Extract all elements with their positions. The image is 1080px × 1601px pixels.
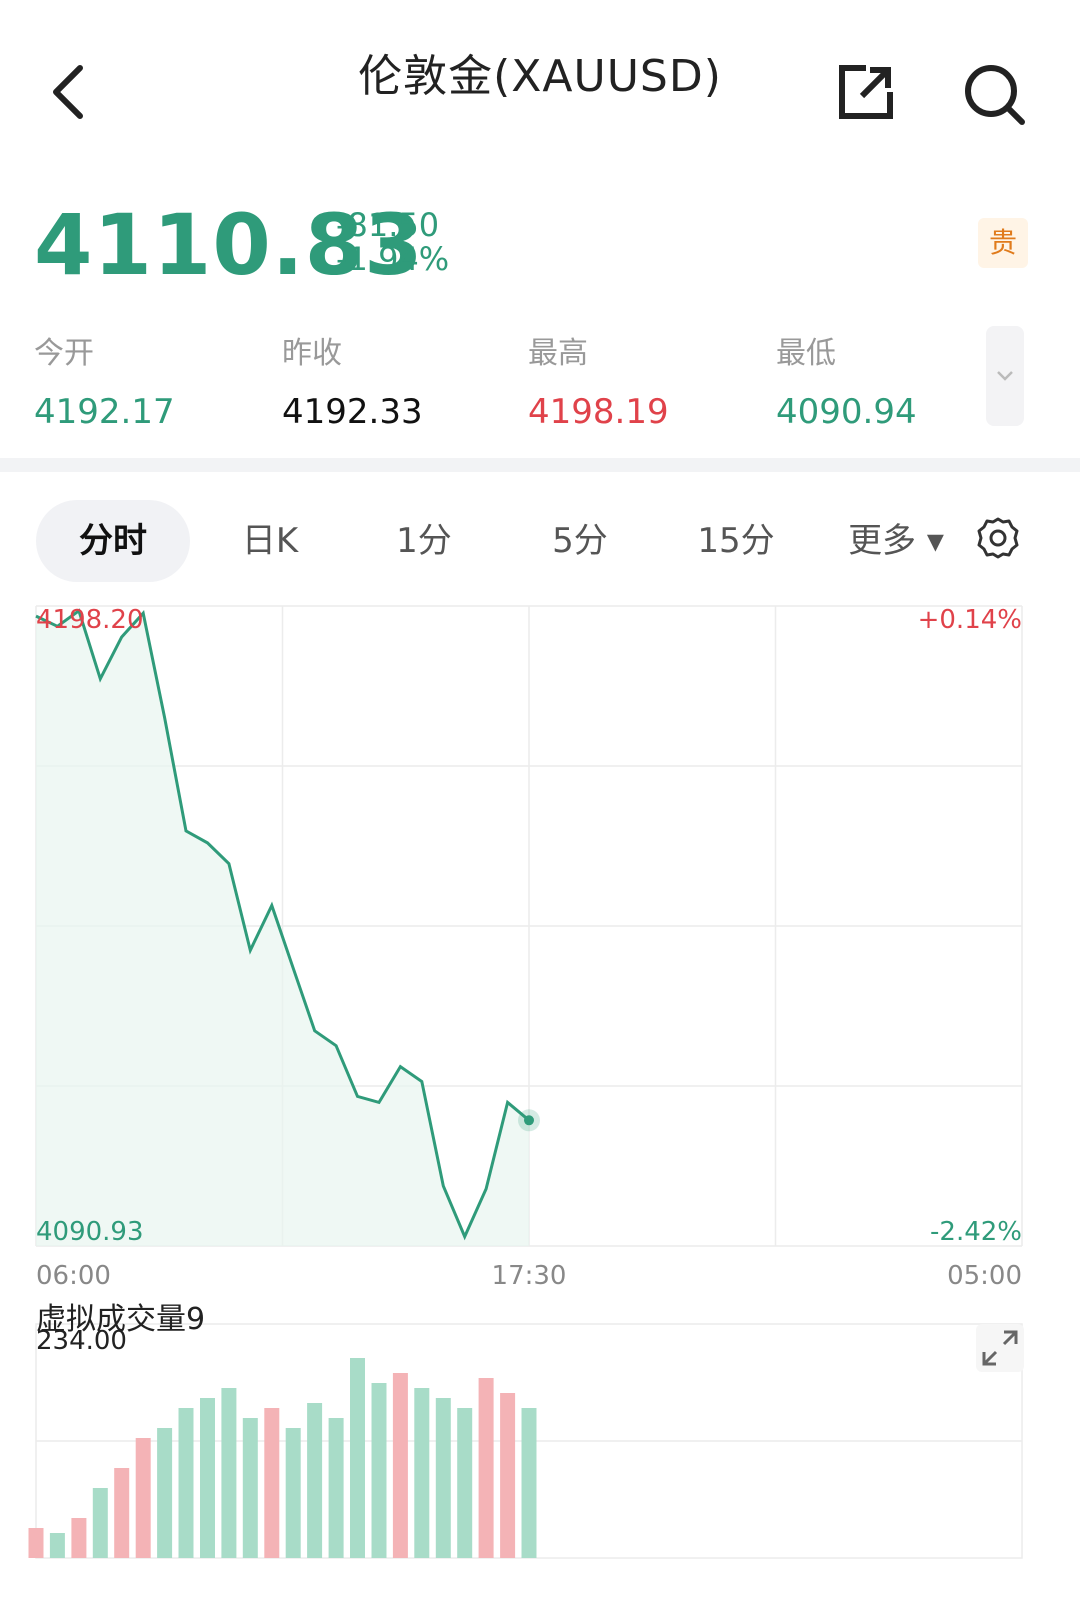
share-button[interactable] bbox=[836, 62, 896, 122]
volume-bar bbox=[221, 1388, 237, 1558]
open-value: 4192.17 bbox=[34, 392, 175, 432]
chart-settings-button[interactable] bbox=[976, 516, 1020, 560]
volume-bar bbox=[28, 1528, 44, 1558]
volume-bar bbox=[49, 1533, 65, 1558]
volume-bar bbox=[157, 1428, 173, 1558]
gear-icon bbox=[977, 517, 1019, 559]
volume-bar bbox=[478, 1378, 494, 1558]
category-tag: 贵 bbox=[978, 218, 1028, 268]
x-tick-label: 05:00 bbox=[947, 1261, 1022, 1291]
volume-bar bbox=[135, 1438, 151, 1558]
volume-bar bbox=[392, 1373, 408, 1558]
tab-5min[interactable]: 5分 bbox=[520, 500, 640, 582]
volume-bar bbox=[521, 1408, 537, 1558]
volume-bar bbox=[200, 1398, 215, 1558]
pct-max-label: +0.14% bbox=[918, 605, 1022, 635]
section-divider bbox=[0, 458, 1080, 472]
tab-intraday[interactable]: 分时 bbox=[36, 500, 190, 582]
volume-bar bbox=[307, 1403, 323, 1558]
y-max-label: 4198.20 bbox=[36, 605, 144, 635]
prev-close-value: 4192.33 bbox=[282, 392, 423, 432]
search-button[interactable] bbox=[962, 62, 1026, 126]
chevron-down-icon bbox=[997, 371, 1013, 381]
y-min-label: 4090.93 bbox=[36, 1217, 144, 1247]
price-change-percent: -1.94% bbox=[336, 240, 450, 278]
expand-stats-button[interactable] bbox=[986, 326, 1024, 426]
last-point-marker bbox=[524, 1115, 534, 1126]
pct-min-label: -2.42% bbox=[930, 1217, 1022, 1247]
low-value: 4090.94 bbox=[776, 392, 917, 432]
volume-bar bbox=[435, 1398, 451, 1558]
fullscreen-button[interactable] bbox=[976, 1324, 1024, 1372]
x-tick-label: 06:00 bbox=[36, 1261, 111, 1291]
tab-1min[interactable]: 1分 bbox=[364, 500, 484, 582]
volume-bar bbox=[328, 1418, 344, 1558]
prev-close-label: 昨收 bbox=[282, 336, 342, 371]
expand-arrows-icon bbox=[982, 1330, 1018, 1366]
volume-bar bbox=[92, 1488, 108, 1558]
price-change: -81.50 bbox=[336, 206, 440, 244]
high-value: 4198.19 bbox=[528, 392, 669, 432]
low-label: 最低 bbox=[776, 336, 836, 371]
volume-bar bbox=[264, 1408, 280, 1558]
open-label: 今开 bbox=[34, 336, 94, 371]
volume-max-label: 234.00 bbox=[36, 1326, 127, 1356]
volume-bar bbox=[350, 1358, 365, 1558]
high-label: 最高 bbox=[528, 336, 588, 371]
volume-bar bbox=[500, 1393, 516, 1558]
page-title: 伦敦金(XAUUSD) bbox=[358, 51, 722, 102]
volume-bar bbox=[371, 1383, 387, 1558]
volume-bar bbox=[285, 1428, 301, 1558]
volume-bar bbox=[457, 1408, 473, 1558]
volume-bar bbox=[114, 1468, 130, 1558]
volume-bar bbox=[414, 1388, 430, 1558]
search-icon bbox=[965, 65, 1025, 125]
x-tick-label: 17:30 bbox=[492, 1261, 567, 1291]
volume-bars bbox=[28, 1358, 537, 1558]
tab-daily-k[interactable]: 日K bbox=[210, 500, 330, 582]
tab-more[interactable]: 更多 ▾ bbox=[836, 500, 956, 582]
price-chart[interactable]: 4198.20 4090.93 +0.14% -2.42% 06:00 17:3… bbox=[0, 600, 1080, 1601]
volume-bar bbox=[178, 1408, 194, 1558]
share-external-icon bbox=[839, 65, 893, 119]
volume-bar bbox=[242, 1418, 258, 1558]
volume-bar bbox=[71, 1518, 87, 1558]
tab-15min[interactable]: 15分 bbox=[676, 500, 796, 582]
